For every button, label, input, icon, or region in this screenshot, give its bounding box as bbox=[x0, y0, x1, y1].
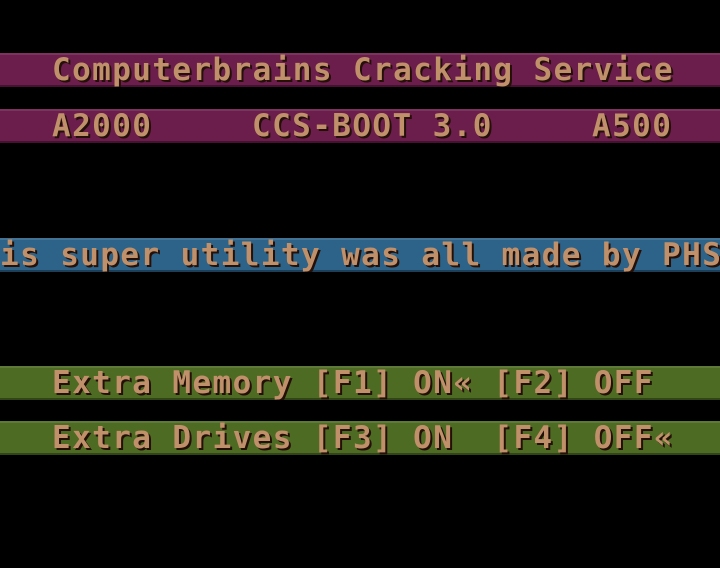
boot-info-bar: A2000 CCS-BOOT 3.0 A500 bbox=[0, 109, 720, 143]
boot-version-label: CCS-BOOT 3.0 bbox=[252, 109, 493, 143]
a2000-boot-option[interactable]: A2000 bbox=[52, 109, 152, 143]
title-bar: Computerbrains Cracking Service bbox=[0, 53, 720, 87]
scroller-text: is super utility was all made by PHS of bbox=[0, 238, 720, 272]
extra-drives-option[interactable]: Extra Drives [F3] ON [F4] OFF« bbox=[0, 421, 720, 455]
a500-boot-option[interactable]: A500 bbox=[592, 109, 672, 143]
scroller-bar: is super utility was all made by PHS of bbox=[0, 238, 720, 272]
extra-memory-label: Extra Memory [F1] ON« [F2] OFF bbox=[52, 366, 654, 400]
extra-memory-option[interactable]: Extra Memory [F1] ON« [F2] OFF bbox=[0, 366, 720, 400]
title-text: Computerbrains Cracking Service bbox=[52, 53, 674, 87]
extra-drives-label: Extra Drives [F3] ON [F4] OFF« bbox=[52, 421, 674, 455]
